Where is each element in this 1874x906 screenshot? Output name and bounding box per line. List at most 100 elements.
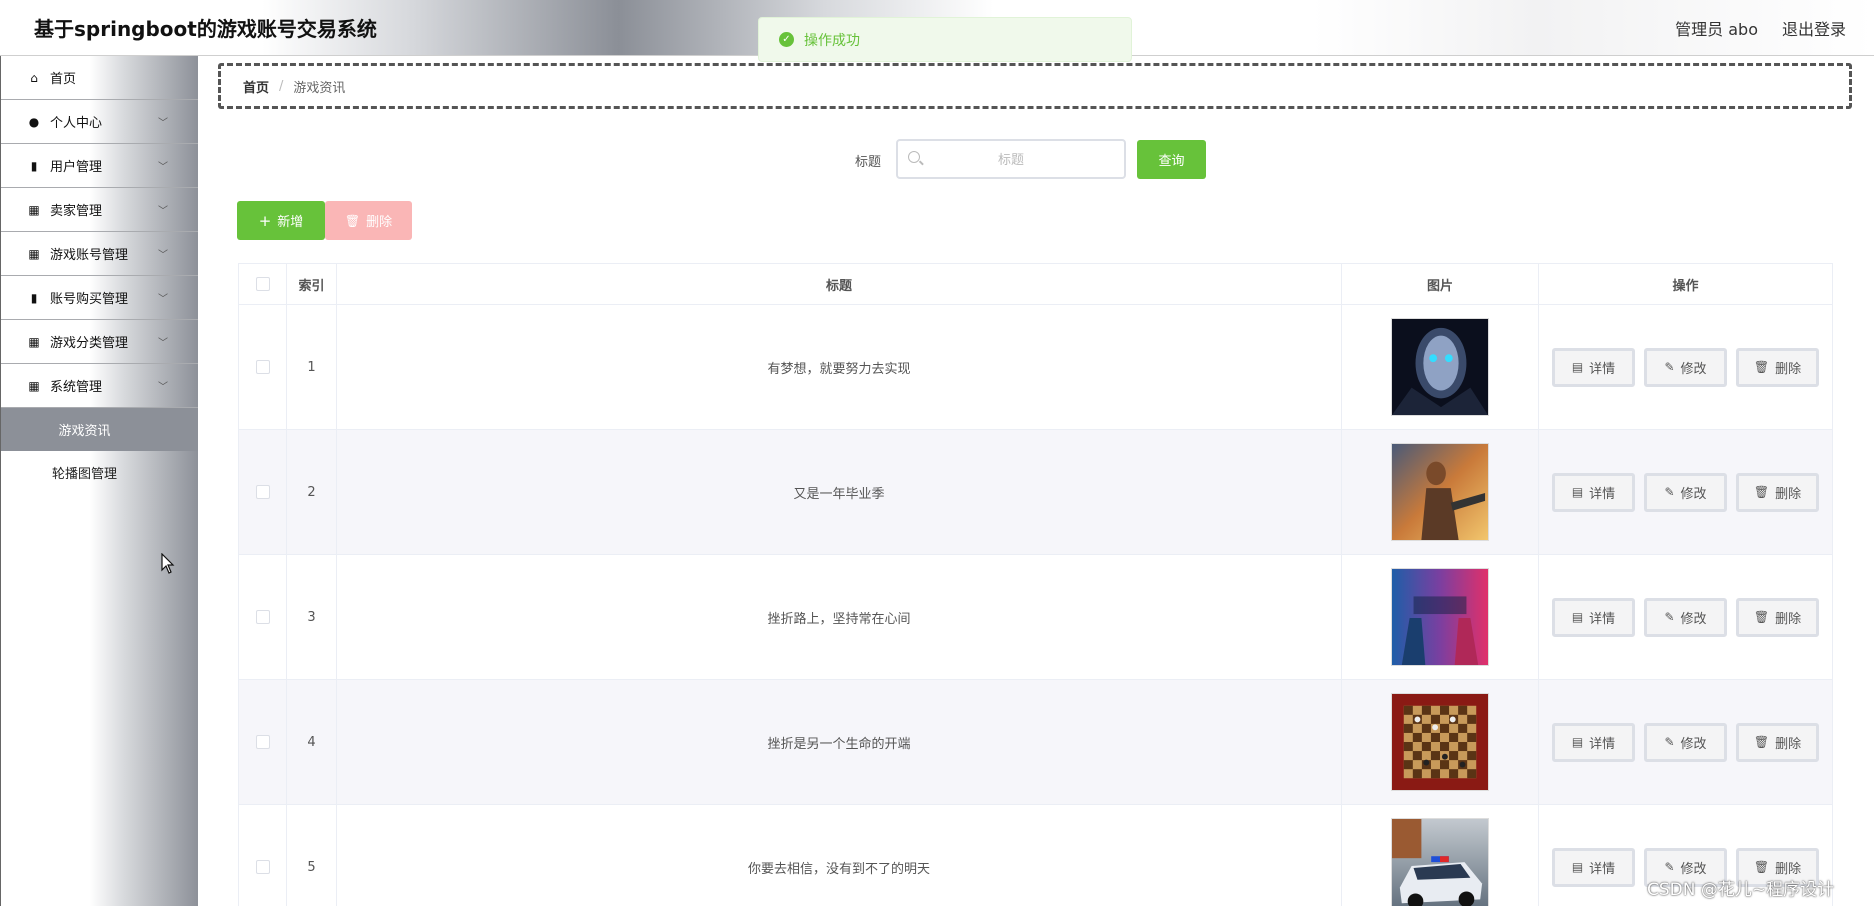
row-thumbnail[interactable] [1391, 318, 1489, 416]
breadcrumb-home[interactable]: 首页 [243, 77, 269, 96]
clipboard-icon: ▮ [30, 158, 38, 173]
home-icon: ⌂ [30, 70, 38, 85]
document-icon: ▤ [1571, 610, 1584, 624]
sidebar-item-personal-center[interactable]: ● 个人中心 ﹀ [1, 100, 198, 144]
sidebar-item-seller-management[interactable]: ▦ 卖家管理 ﹀ [1, 188, 198, 232]
add-button-label: 新增 [277, 215, 304, 230]
column-header-ops: 操作 [1539, 264, 1833, 304]
pencil-icon: ✎ [1664, 860, 1675, 874]
sidebar-item-system-management[interactable]: ▦ 系统管理 ﹀ [1, 364, 198, 408]
sidebar-item-label: 卖家管理 [50, 204, 103, 219]
edit-label: 修改 [1680, 736, 1707, 752]
sidebar-item-user-management[interactable]: ▮ 用户管理 ﹀ [1, 144, 198, 188]
breadcrumb-separator: / [279, 78, 284, 94]
table-row: 5 你要去相信，没有到不了的明天 ▤ 详情 ✎ 修改 🗑 删除 [238, 805, 1833, 906]
clipboard-check-icon: ▮ [30, 290, 38, 305]
delete-button[interactable]: 🗑 删除 [1736, 347, 1819, 387]
pencil-icon: ✎ [1664, 735, 1675, 749]
news-table: 索引 标题 图片 操作 1 有梦想，就要努力去实现 ▤ 详情 ✎ 修改 🗑 删除 2 [238, 263, 1833, 906]
toast-message: 操作成功 [804, 32, 860, 49]
search-input[interactable] [898, 141, 1124, 177]
detail-label: 详情 [1589, 736, 1616, 752]
row-index: 4 [287, 680, 337, 804]
column-header-image: 图片 [1342, 264, 1539, 304]
row-image-cell [1342, 430, 1539, 554]
edit-label: 修改 [1680, 861, 1707, 877]
chevron-down-icon: ﹀ [158, 118, 168, 129]
detail-button[interactable]: ▤ 详情 [1552, 597, 1635, 637]
row-title: 挫折是另一个生命的开端 [337, 680, 1342, 804]
edit-button[interactable]: ✎ 修改 [1644, 597, 1727, 637]
edit-button[interactable]: ✎ 修改 [1644, 472, 1727, 512]
row-thumbnail[interactable] [1391, 693, 1489, 791]
chevron-up-icon: ﹀ [158, 382, 168, 393]
edit-label: 修改 [1680, 486, 1707, 502]
sidebar-item-game-category-management[interactable]: ▦ 游戏分类管理 ﹀ [1, 320, 198, 364]
row-title: 你要去相信，没有到不了的明天 [337, 805, 1342, 906]
row-checkbox-cell [238, 430, 287, 554]
edit-label: 修改 [1680, 611, 1707, 627]
sidebar-item-home[interactable]: ⌂ 首页 [1, 56, 198, 100]
header-checkbox-cell [238, 264, 287, 304]
row-checkbox-cell [238, 555, 287, 679]
row-checkbox[interactable] [255, 860, 270, 874]
edit-button[interactable]: ✎ 修改 [1644, 722, 1727, 762]
document-icon: ▤ [1571, 735, 1584, 749]
row-title: 挫折路上，坚持常在心间 [337, 555, 1342, 679]
row-checkbox[interactable] [255, 610, 270, 624]
logout-link[interactable]: 退出登录 [1782, 16, 1846, 40]
trash-icon: 🗑 [344, 213, 361, 228]
row-checkbox[interactable] [255, 485, 270, 499]
batch-delete-button[interactable]: 🗑 删除 [325, 201, 412, 240]
chevron-down-icon: ﹀ [158, 338, 168, 349]
row-index: 2 [287, 430, 337, 554]
delete-button[interactable]: 🗑 删除 [1736, 472, 1819, 512]
detail-label: 详情 [1589, 861, 1616, 877]
trash-icon: 🗑 [1753, 610, 1770, 624]
sidebar-item-label: 系统管理 [50, 380, 103, 395]
success-toast: ✓ 操作成功 [758, 17, 1132, 62]
detail-label: 详情 [1589, 361, 1616, 377]
column-header-title: 标题 [337, 264, 1342, 304]
delete-label: 删除 [1775, 486, 1802, 502]
grid-icon: ▦ [28, 202, 40, 217]
row-checkbox[interactable] [255, 360, 270, 374]
add-button[interactable]: + 新增 [237, 201, 325, 240]
row-ops: ▤ 详情 ✎ 修改 🗑 删除 [1539, 680, 1833, 804]
sidebar-subitem-carousel-management[interactable]: 轮播图管理 [1, 451, 198, 494]
watermark: CSDN @花儿~程序设计 [1647, 880, 1835, 900]
sidebar: ⌂ 首页 ● 个人中心 ﹀ ▮ 用户管理 ﹀ ▦ 卖家管理 ﹀ ▦ 游戏账号管理… [0, 56, 198, 906]
detail-button[interactable]: ▤ 详情 [1552, 472, 1635, 512]
user-icon: ● [28, 114, 40, 129]
detail-button[interactable]: ▤ 详情 [1552, 847, 1635, 887]
trash-icon: 🗑 [1753, 485, 1770, 499]
row-index: 3 [287, 555, 337, 679]
sidebar-item-label: 用户管理 [50, 160, 103, 175]
row-checkbox-cell [238, 805, 287, 906]
select-all-checkbox[interactable] [255, 277, 270, 291]
document-icon: ▤ [1571, 860, 1584, 874]
sidebar-item-game-account-management[interactable]: ▦ 游戏账号管理 ﹀ [1, 232, 198, 276]
edit-button[interactable]: ✎ 修改 [1644, 347, 1727, 387]
row-checkbox[interactable] [255, 735, 270, 749]
query-button[interactable]: 查询 [1137, 140, 1206, 179]
row-thumbnail[interactable] [1391, 818, 1489, 906]
delete-label: 删除 [1775, 611, 1802, 627]
sidebar-subitem-game-news[interactable]: 游戏资讯 [1, 408, 198, 451]
detail-label: 详情 [1589, 611, 1616, 627]
row-thumbnail[interactable] [1391, 568, 1489, 666]
grid-icon: ▦ [28, 246, 40, 261]
sidebar-item-account-purchase-management[interactable]: ▮ 账号购买管理 ﹀ [1, 276, 198, 320]
detail-button[interactable]: ▤ 详情 [1552, 347, 1635, 387]
header-right: 管理员 abo 退出登录 [1675, 16, 1846, 40]
row-thumbnail[interactable] [1391, 443, 1489, 541]
delete-button[interactable]: 🗑 删除 [1736, 597, 1819, 637]
trash-icon: 🗑 [1753, 860, 1770, 874]
app-title: 基于springboot的游戏账号交易系统 [34, 17, 377, 41]
row-checkbox-cell [238, 305, 287, 429]
document-icon: ▤ [1571, 485, 1584, 499]
delete-button[interactable]: 🗑 删除 [1736, 722, 1819, 762]
pencil-icon: ✎ [1664, 360, 1675, 374]
detail-button[interactable]: ▤ 详情 [1552, 722, 1635, 762]
row-ops: ▤ 详情 ✎ 修改 🗑 删除 [1539, 305, 1833, 429]
